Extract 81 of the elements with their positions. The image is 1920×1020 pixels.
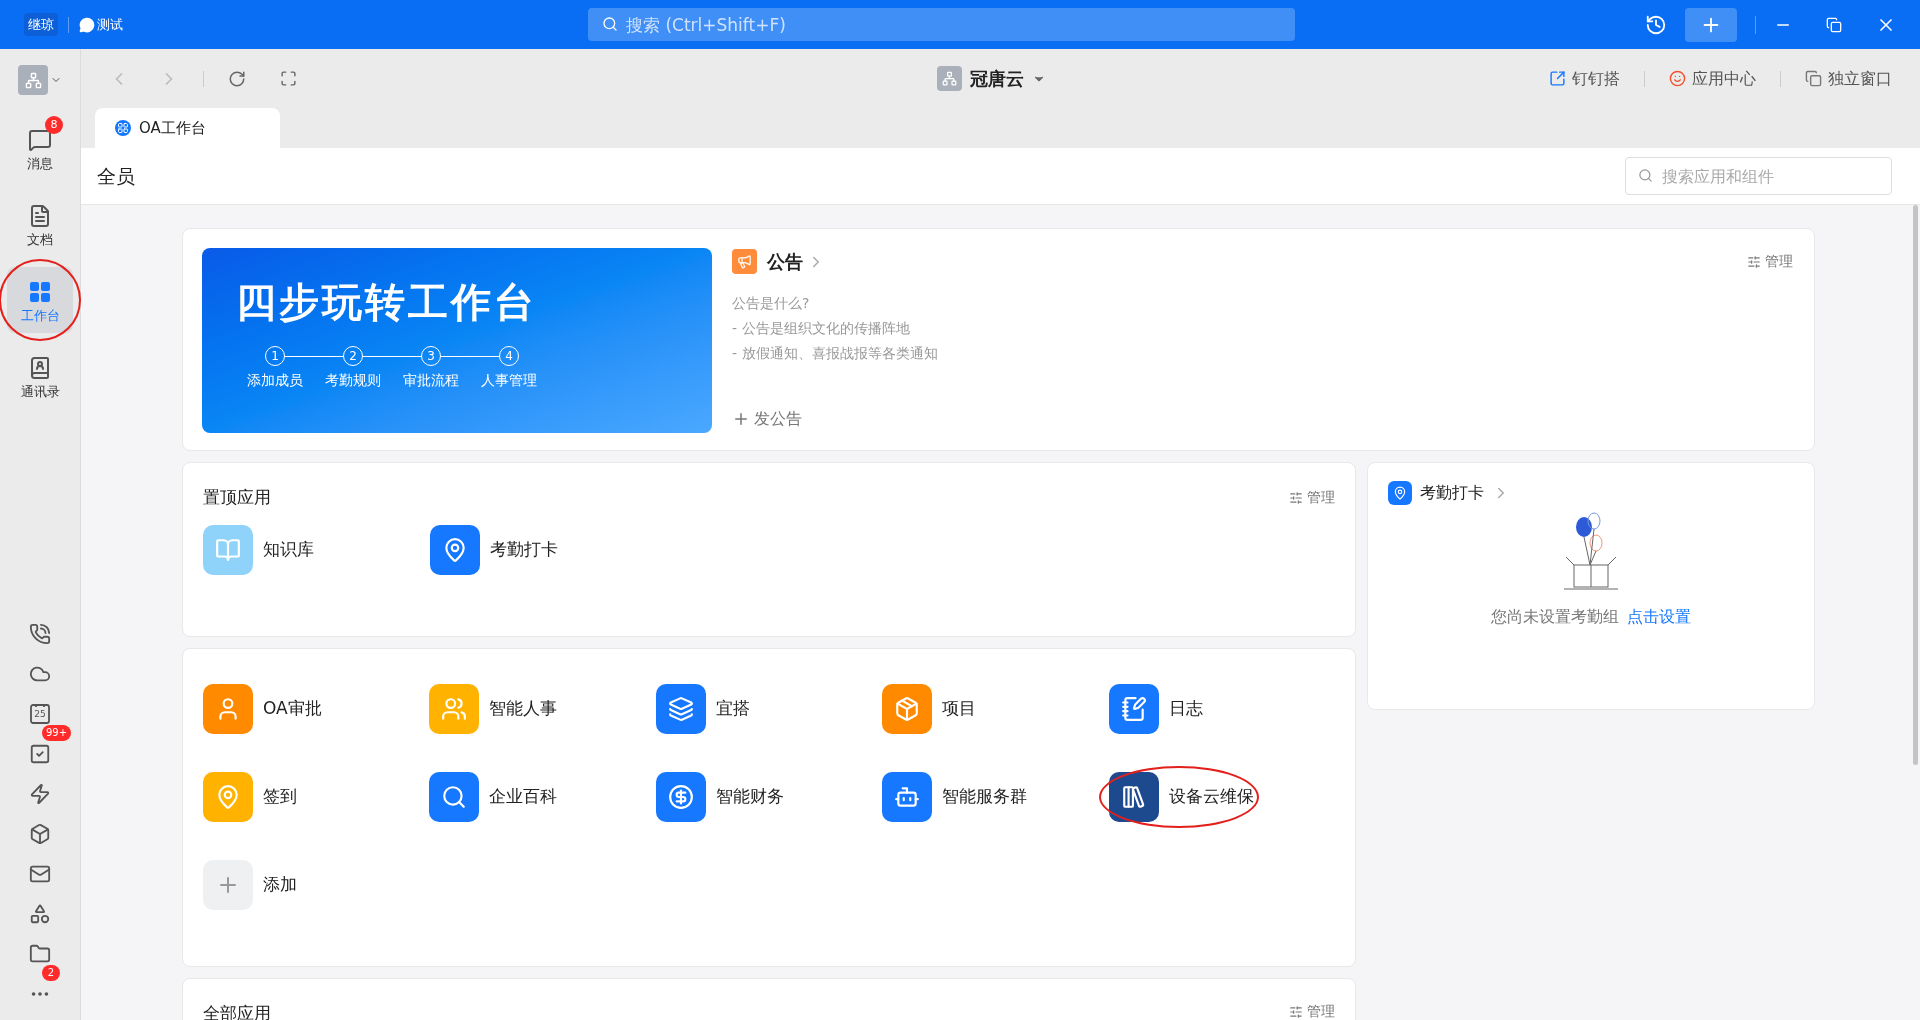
announcement-text: 公告是什么? — [732, 294, 811, 313]
fullscreen-icon[interactable] — [280, 70, 297, 87]
app-item[interactable]: 考勤打卡 — [430, 524, 657, 575]
workspace-logo[interactable]: 继琼 — [24, 12, 58, 37]
banner-title: 四步玩转工作台 — [236, 278, 538, 327]
smiley-icon — [1669, 70, 1686, 87]
attendance-message: 您尚未设置考勤组 — [1491, 606, 1619, 628]
step-label: 审批流程 — [403, 371, 459, 390]
square-arrow-icon — [1549, 70, 1566, 87]
card-title: 置顶应用 — [203, 486, 271, 509]
sliders-icon — [1747, 254, 1761, 269]
history-icon[interactable] — [1645, 13, 1667, 36]
sidebar-item[interactable]: 文档 — [7, 191, 73, 257]
app-item[interactable]: 企业百科 — [429, 772, 558, 822]
step-label: 添加成员 — [247, 371, 303, 390]
cube-icon[interactable] — [29, 822, 51, 845]
app-item[interactable]: 签到 — [203, 772, 297, 822]
sidebar-item[interactable]: 通讯录 — [7, 343, 73, 409]
chat-label[interactable]: 测试 — [97, 14, 123, 35]
org-logo — [937, 66, 962, 91]
app-item[interactable]: 项目 — [882, 684, 977, 734]
plus-icon — [732, 410, 750, 428]
document-icon — [28, 204, 52, 229]
chat-icon — [28, 128, 52, 153]
app-item[interactable]: 智能服务群 — [882, 772, 1028, 822]
megaphone-icon — [737, 254, 752, 269]
sliders-icon — [1289, 1004, 1303, 1019]
lightning-icon[interactable] — [29, 782, 51, 805]
app-item[interactable]: 日志 — [1108, 684, 1203, 734]
calendar-day: 25 — [34, 709, 46, 719]
announcement-title[interactable]: 公告 — [767, 248, 825, 275]
toolbar-link[interactable]: 钉钉搭 — [1549, 66, 1620, 91]
add-button[interactable] — [1685, 7, 1737, 42]
attendance-title[interactable]: 考勤打卡 — [1388, 481, 1794, 505]
app-item[interactable]: 宜搭 — [655, 684, 750, 734]
contacts-icon — [28, 356, 52, 381]
toolbar-link[interactable]: 应用中心 — [1669, 66, 1756, 91]
location-pin-icon — [1388, 481, 1412, 505]
manage-button[interactable]: 管理 — [1289, 487, 1335, 509]
tab[interactable]: OA工作台 — [95, 108, 280, 148]
org-selector[interactable]: 冠唐云 — [937, 65, 1046, 92]
org-name: 冠唐云 — [970, 67, 1024, 91]
chat-icon — [79, 16, 95, 33]
search-icon — [1638, 168, 1653, 183]
app-item[interactable]: 智能财务 — [655, 772, 784, 822]
tutorial-banner[interactable]: 四步玩转工作台 1 添加成员 2 考勤规则 3 审批流程 4 人事管理 — [202, 248, 712, 433]
org-switcher[interactable] — [18, 65, 62, 95]
count-badge: 99+ — [42, 725, 72, 741]
step-label: 人事管理 — [481, 371, 537, 390]
app-item[interactable]: 设备云维保 — [1108, 772, 1254, 822]
checkbox-icon[interactable] — [29, 742, 51, 765]
announcement-text: - 公告是组织文化的传播阵地 — [732, 319, 911, 338]
grid-icon — [28, 280, 52, 305]
manage-button[interactable]: 管理 — [1289, 1001, 1335, 1020]
add-icon — [203, 860, 253, 910]
count-badge: 2 — [42, 965, 60, 981]
copy-icon — [1805, 70, 1822, 87]
app-search-field[interactable]: 搜索应用和组件 — [1625, 157, 1892, 195]
global-search-field[interactable]: 搜索 (Ctrl+Shift+F) — [588, 8, 1295, 41]
count-badge: 8 — [45, 116, 63, 134]
app-item[interactable]: 知识库 — [203, 524, 430, 575]
add-app-item[interactable]: 添加 — [203, 860, 297, 910]
restore-icon[interactable] — [1826, 16, 1842, 33]
folder-icon[interactable] — [29, 942, 51, 965]
page-title: 全员 — [97, 163, 135, 189]
search-icon — [602, 16, 618, 32]
sliders-icon — [1289, 490, 1303, 505]
manage-button[interactable]: 管理 — [1747, 251, 1793, 272]
step-label: 考勤规则 — [325, 371, 381, 390]
toolbar-link[interactable]: 独立窗口 — [1805, 66, 1892, 91]
announcement-text: - 放假通知、喜报战报等各类通知 — [732, 344, 939, 363]
app-item[interactable]: 智能人事 — [429, 684, 558, 734]
grid-icon — [115, 120, 131, 136]
refresh-icon[interactable] — [228, 69, 246, 88]
org-logo — [18, 65, 48, 95]
post-announcement-button[interactable]: 发公告 — [732, 407, 1795, 431]
setup-link[interactable]: 点击设置 — [1627, 605, 1691, 629]
sidebar-item[interactable]: 消息 8 — [7, 115, 73, 181]
phone-icon[interactable] — [29, 622, 51, 645]
calendar-icon[interactable] — [29, 702, 51, 725]
app-item[interactable]: OA审批 — [203, 684, 322, 734]
